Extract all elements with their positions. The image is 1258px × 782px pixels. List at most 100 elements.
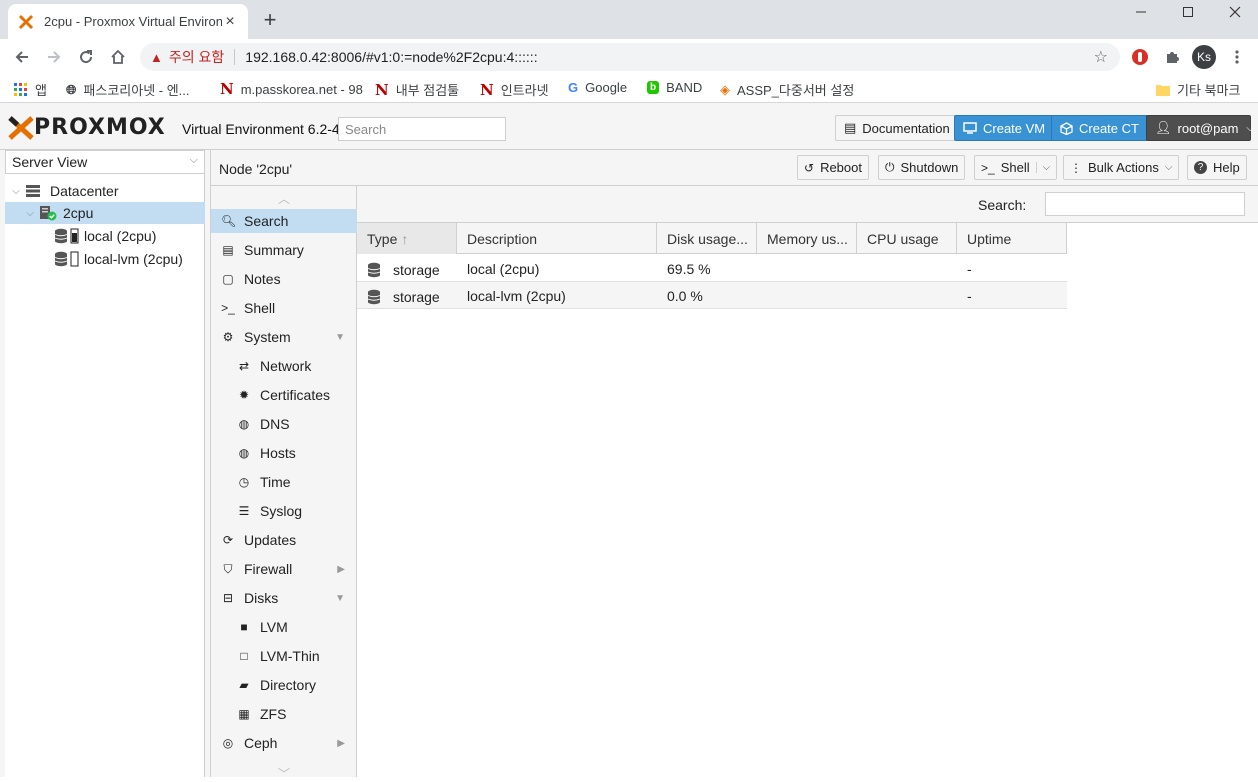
- header-search-input[interactable]: Search: [338, 117, 506, 141]
- column-header-disk-usage[interactable]: Disk usage...: [657, 223, 757, 254]
- menu-item-zfs[interactable]: ▦ ZFS: [211, 702, 357, 726]
- column-header-memory-usage[interactable]: Memory us...: [757, 223, 857, 254]
- menu-item-certificates[interactable]: ✹ Certificates: [211, 383, 357, 407]
- security-warning[interactable]: 주의 요함: [169, 47, 224, 67]
- bookmark-band[interactable]: b BAND: [647, 80, 702, 95]
- menu-item-time[interactable]: ◷ Time: [211, 470, 357, 494]
- chevron-down-icon[interactable]: ⌵: [1035, 162, 1050, 173]
- create-ct-button[interactable]: Create CT: [1051, 115, 1148, 141]
- bulk-actions-button[interactable]: ⋮ Bulk Actions ⌵: [1063, 155, 1180, 180]
- menu-scroll-up-icon[interactable]: ︿: [211, 186, 357, 210]
- bookmark-label: 내부 점검툴: [395, 83, 460, 98]
- back-icon[interactable]: [10, 45, 34, 69]
- bookmark-label: 앱: [35, 83, 47, 98]
- menu-item-ceph[interactable]: ◎ Ceph ▶: [211, 731, 357, 755]
- profile-avatar[interactable]: Ks: [1192, 45, 1216, 69]
- shield-icon: ⛉: [223, 561, 233, 576]
- menu-item-lvm[interactable]: ■ LVM: [211, 615, 357, 639]
- menu-item-search[interactable]: 🔍︎ Search: [211, 209, 357, 233]
- user-menu-button[interactable]: 👤︎ root@pam ⌵: [1146, 115, 1254, 141]
- n-logo-icon: N: [375, 80, 389, 99]
- terminal-icon: >_: [221, 301, 235, 315]
- home-icon[interactable]: [106, 45, 130, 69]
- extensions-puzzle-icon[interactable]: [1162, 47, 1182, 67]
- bookmark-assp[interactable]: ◈ ASSP_다중서버 설정: [720, 80, 854, 99]
- column-header-cpu-usage[interactable]: CPU usage: [857, 223, 957, 254]
- column-label: CPU usage: [867, 230, 939, 247]
- menu-item-network[interactable]: ⇄ Network: [211, 354, 357, 378]
- bookmark-label: 패스코리아넷 - 엔...: [83, 83, 190, 98]
- collapse-icon[interactable]: ⌵: [9, 186, 23, 197]
- bookmark-other[interactable]: 기타 북마크: [1156, 80, 1240, 99]
- menu-item-notes[interactable]: ▢ Notes: [211, 267, 357, 291]
- reload-icon[interactable]: [74, 45, 98, 69]
- table-row[interactable]: storage local (2cpu) 69.5 % -: [357, 255, 1067, 282]
- view-selector[interactable]: Server View ⌵: [5, 150, 205, 174]
- table-row[interactable]: storage local-lvm (2cpu) 0.0 % -: [357, 282, 1067, 309]
- tree-item-datacenter[interactable]: ⌵ Datacenter: [5, 180, 205, 202]
- bookmark-internal-check[interactable]: N 내부 점검툴: [375, 80, 459, 99]
- bookmark-label: 기타 북마크: [1177, 83, 1241, 98]
- bookmark-intranet[interactable]: N 인트라넷: [480, 80, 549, 99]
- window-close-icon[interactable]: [1212, 0, 1258, 24]
- address-bar[interactable]: ▲ 주의 요함 192.168.0.42:8006/#v1:0:=node%2F…: [140, 43, 1120, 71]
- url-text[interactable]: 192.168.0.42:8006/#v1:0:=node%2F2cpu:4::…: [245, 49, 1093, 65]
- proxmox-x-icon: [8, 115, 34, 140]
- menu-item-shell[interactable]: >_ Shell: [211, 296, 357, 320]
- expand-down-icon[interactable]: ▼: [335, 593, 345, 604]
- help-button[interactable]: ? Help: [1187, 155, 1247, 180]
- book-icon: ▤: [222, 243, 234, 257]
- menu-item-lvm-thin[interactable]: □ LVM-Thin: [211, 644, 357, 668]
- menu-item-system[interactable]: ⚙ System ▼: [211, 325, 357, 349]
- new-tab-icon[interactable]: +: [258, 8, 282, 32]
- column-header-uptime[interactable]: Uptime: [957, 223, 1067, 254]
- tree-item-storage-local-lvm[interactable]: local-lvm (2cpu): [5, 248, 205, 270]
- menu-item-disks[interactable]: ⊟ Disks ▼: [211, 586, 357, 610]
- bookmark-google[interactable]: G Google: [568, 80, 627, 95]
- bookmark-m-passkorea[interactable]: N m.passkorea.net - 98: [220, 80, 363, 98]
- minimize-icon[interactable]: [1118, 0, 1164, 24]
- reboot-button[interactable]: ↺ Reboot: [797, 155, 869, 180]
- menu-item-syslog[interactable]: ☰ Syslog: [211, 499, 357, 523]
- ceph-icon: ◎: [222, 736, 234, 750]
- bookmark-apps[interactable]: 앱: [14, 80, 47, 99]
- grid-search-input[interactable]: [1045, 192, 1245, 216]
- menu-item-firewall[interactable]: ⛉ Firewall ▶: [211, 557, 357, 581]
- reboot-label: Reboot: [820, 160, 862, 175]
- bookmark-star-icon[interactable]: ☆: [1094, 47, 1108, 67]
- menu-item-dns[interactable]: ◍ DNS: [211, 412, 357, 436]
- browser-tab[interactable]: 2cpu - Proxmox Virtual Environm ×: [8, 4, 248, 39]
- tree-item-storage-local[interactable]: local (2cpu): [5, 225, 205, 247]
- shutdown-button[interactable]: ⏻ Shutdown: [878, 155, 966, 180]
- create-ct-label: Create CT: [1079, 120, 1139, 136]
- forward-icon[interactable]: [42, 45, 66, 69]
- cell-text: storage: [393, 289, 440, 305]
- shell-button[interactable]: >_ Shell ⌵: [974, 155, 1058, 180]
- documentation-button[interactable]: ▤ Documentation: [835, 115, 959, 141]
- th-large-icon: ▦: [238, 707, 250, 721]
- expand-down-icon[interactable]: ▼: [335, 332, 345, 343]
- square-outline-icon: □: [240, 649, 248, 663]
- google-icon: G: [568, 80, 579, 95]
- tab-close-icon[interactable]: ×: [222, 13, 238, 31]
- collapse-icon[interactable]: ⌵: [23, 208, 37, 219]
- bookmark-passkorea[interactable]: 🌐︎ 패스코리아넷 - 엔...: [66, 80, 190, 99]
- maximize-icon[interactable]: [1165, 0, 1211, 24]
- menu-item-updates[interactable]: ⟳ Updates: [211, 528, 357, 552]
- adblock-extension-icon[interactable]: [1130, 47, 1150, 67]
- column-header-type[interactable]: Type ↑: [357, 223, 457, 254]
- clock-icon: ◷: [238, 475, 250, 489]
- menu-scroll-down-icon[interactable]: ﹀: [211, 765, 357, 781]
- menu-item-hosts[interactable]: ◍ Hosts: [211, 441, 357, 465]
- expand-right-icon[interactable]: ▶: [337, 738, 345, 749]
- tree-item-node-2cpu[interactable]: ⌵ 2cpu: [5, 202, 205, 224]
- expand-right-icon[interactable]: ▶: [337, 564, 345, 575]
- menu-item-directory[interactable]: ▰ Directory: [211, 673, 357, 697]
- hdd-icon: ⊟: [222, 591, 234, 605]
- column-header-description[interactable]: Description: [457, 223, 657, 254]
- browser-menu-icon[interactable]: [1227, 47, 1247, 67]
- create-vm-button[interactable]: Create VM: [954, 115, 1055, 141]
- chevron-down-icon: ⌵: [1164, 162, 1173, 173]
- storage-icon: [54, 251, 79, 267]
- menu-item-summary[interactable]: ▤ Summary: [211, 238, 357, 262]
